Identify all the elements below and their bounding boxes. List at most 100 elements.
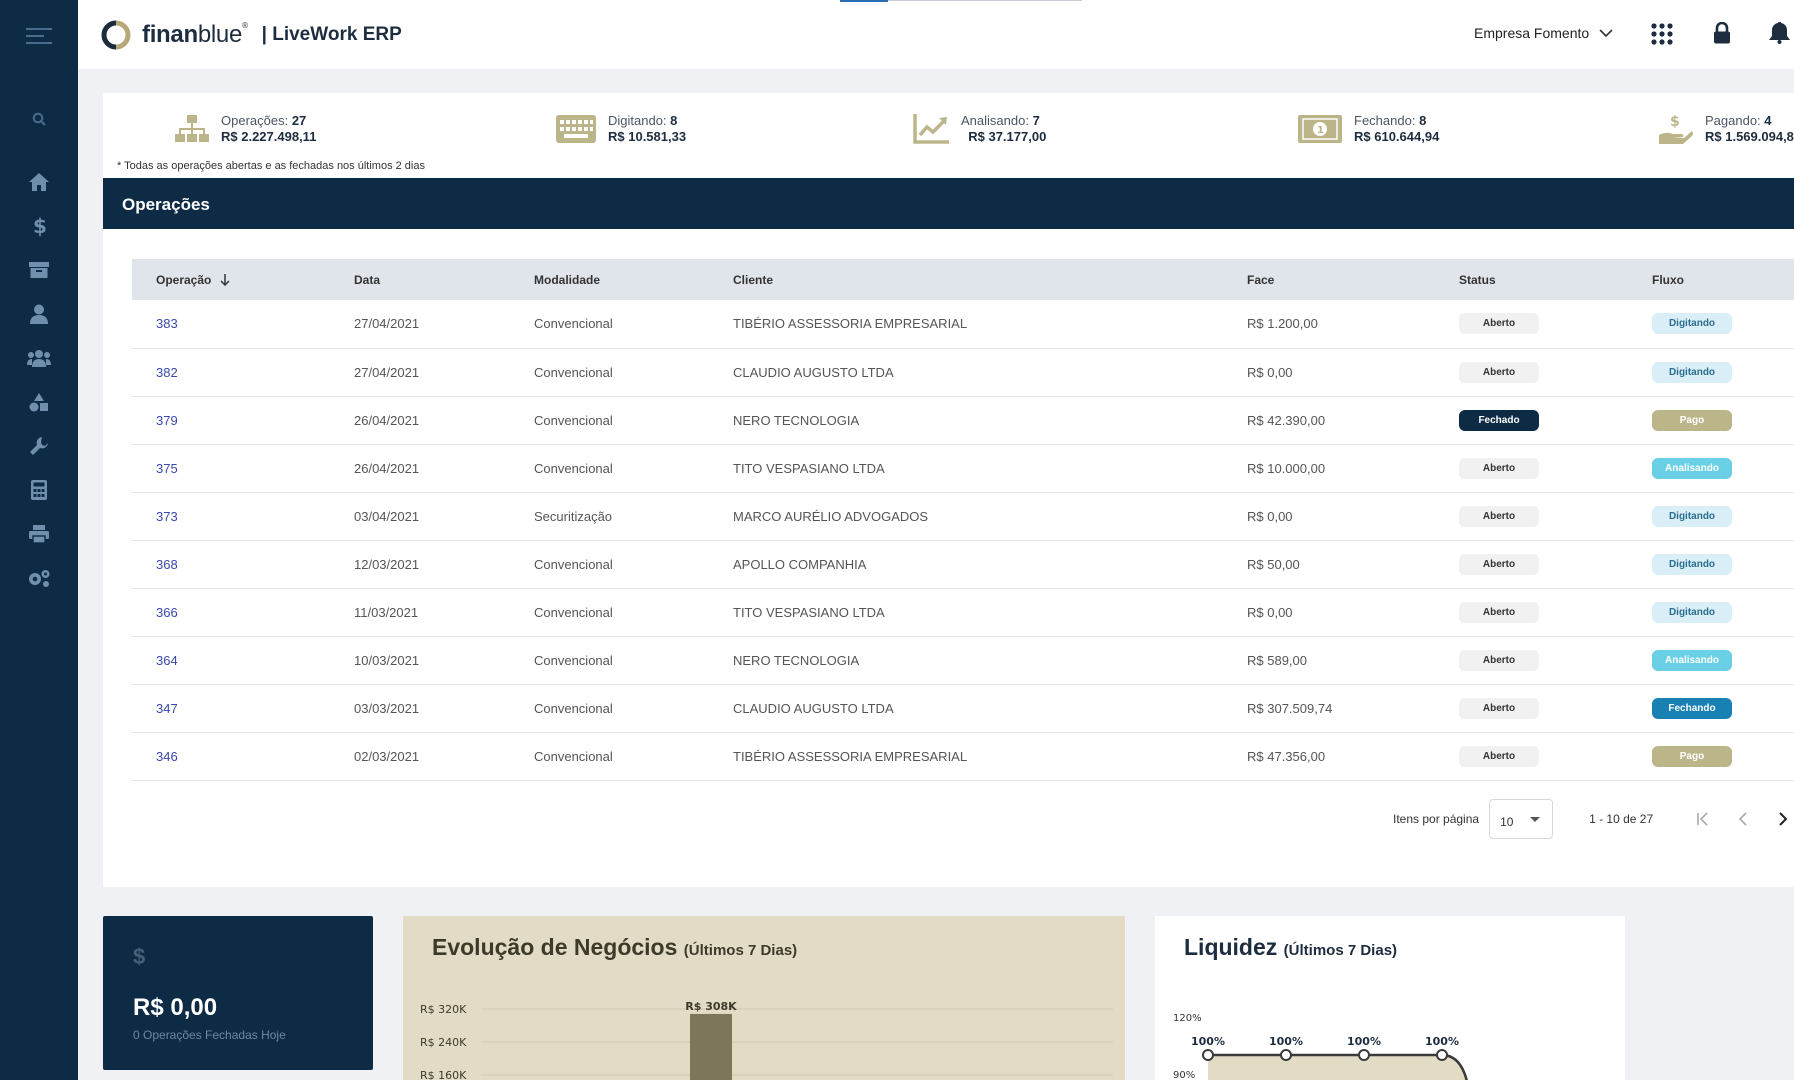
operation-modality: Convencional (534, 412, 613, 428)
flow-badge: Analisando (1652, 649, 1732, 671)
operation-id[interactable]: 364 (132, 636, 330, 684)
stat-analisando: Analisando: 7 R$ 37.177,00 (913, 113, 1046, 145)
hand-dollar-icon: $ (1659, 114, 1693, 144)
table-row[interactable]: 346 02/03/2021 Convencional TIBÉRIO ASSESSO… (132, 732, 1794, 780)
menu-toggle-icon[interactable] (0, 19, 78, 53)
operation-modality: Securitização (534, 508, 613, 524)
table-row[interactable]: 382 27/04/2021 Convencional CLAUDIO AUGUSTO… (132, 348, 1794, 396)
operation-id[interactable]: 375 (132, 444, 330, 492)
flow-cell: Digitando (1628, 348, 1794, 396)
next-page-button[interactable] (1775, 811, 1791, 827)
column-modalidade[interactable]: Modalidade (510, 259, 709, 300)
table-row[interactable]: 373 03/04/2021 Securitização MARCO AURÉLIO … (132, 492, 1794, 540)
operation-modality: Convencional (534, 364, 613, 380)
status-badge: Aberto (1459, 745, 1539, 767)
status-badge: Aberto (1459, 361, 1539, 383)
gears-icon[interactable] (0, 561, 78, 595)
operation-id[interactable]: 347 (132, 684, 330, 732)
home-icon[interactable] (0, 165, 78, 199)
operation-client: TIBÉRIO ASSESSORIA EMPRESARIAL (733, 748, 968, 764)
previous-page-button[interactable] (1735, 811, 1751, 827)
page-range: 1 - 10 de 27 (1589, 812, 1654, 826)
company-selector[interactable]: Empresa Fomento (1474, 25, 1613, 41)
stat-count: 8 (1419, 113, 1427, 128)
operation-date: 03/04/2021 (354, 508, 420, 524)
operation-face-value: R$ 1.200,00 (1247, 316, 1318, 332)
status-cell: Aberto (1435, 732, 1628, 780)
flow-badge: Digitando (1652, 553, 1732, 575)
logo[interactable]: finanblue® | LiveWork ERP (96, 20, 402, 50)
data-label: 100% (1425, 1035, 1459, 1048)
table-row[interactable]: 379 26/04/2021 Convencional NERO TECNOLOGIA… (132, 396, 1794, 444)
lock-icon[interactable] (1713, 21, 1731, 49)
items-per-page-label: Itens por página (1393, 812, 1480, 826)
column-operacao[interactable]: Operação (132, 259, 330, 300)
liquidity-chart: 120% 90% 100% 100% 100% 100% (1173, 1013, 1468, 1080)
operation-modality: Convencional (534, 604, 613, 620)
apps-grid-icon[interactable] (1651, 23, 1673, 50)
users-icon[interactable] (0, 341, 78, 375)
keyboard-icon (556, 115, 596, 143)
items-per-page-select[interactable]: 10 (1489, 799, 1554, 839)
bar (690, 1013, 732, 1080)
status-cell: Aberto (1435, 636, 1628, 684)
column-label: Operação (156, 272, 212, 287)
archive-icon[interactable] (0, 253, 78, 287)
bell-icon[interactable] (1768, 21, 1794, 49)
money-bill-icon: 1 (1298, 115, 1342, 143)
shapes-icon[interactable] (0, 385, 78, 419)
stat-value: R$ 1.569.094,8 (1705, 129, 1794, 144)
printer-icon[interactable] (0, 517, 78, 551)
y-tick-label: 90% (1173, 1070, 1195, 1080)
data-point (1358, 1049, 1370, 1061)
column-fluxo[interactable]: Fluxo (1628, 259, 1794, 300)
column-data[interactable]: Data (330, 259, 510, 300)
operation-id[interactable]: 366 (132, 588, 330, 636)
table-row[interactable]: 383 27/04/2021 Convencional TIBÉRIO ASSESSO… (132, 300, 1794, 348)
table-row[interactable]: 366 11/03/2021 Convencional TITO VESPASIANO… (132, 588, 1794, 636)
wrench-icon[interactable] (0, 429, 78, 463)
y-tick-label: R$ 240K (420, 1036, 467, 1049)
search-icon[interactable] (0, 102, 78, 136)
status-badge: Aberto (1459, 697, 1539, 719)
column-face[interactable]: Face (1223, 259, 1435, 300)
company-name: Empresa Fomento (1474, 25, 1590, 41)
caret-down-icon (1530, 817, 1541, 822)
operations-table: Operação Data Modalidade Cliente Face St… (132, 259, 1794, 781)
table-row[interactable]: 347 03/03/2021 Convencional CLAUDIO AUGUSTO… (132, 684, 1794, 732)
operation-face-value: R$ 42.390,00 (1247, 412, 1326, 428)
table-row[interactable]: 368 12/03/2021 Convencional APOLLO COMPANHI… (132, 540, 1794, 588)
top-progress-indicator (840, 0, 888, 2)
flow-badge: Digitando (1652, 313, 1732, 335)
column-status[interactable]: Status (1435, 259, 1628, 300)
table-row[interactable]: 375 26/04/2021 Convencional TITO VESPASIANO… (132, 444, 1794, 492)
operation-face-value: R$ 47.356,00 (1247, 748, 1326, 764)
data-label: 100% (1269, 1035, 1303, 1048)
operation-id[interactable]: 346 (132, 732, 330, 780)
operation-id[interactable]: 383 (132, 300, 330, 348)
status-cell: Aberto (1435, 540, 1628, 588)
table-row[interactable]: 364 10/03/2021 Convencional NERO TECNOLOGIA… (132, 636, 1794, 684)
operation-face-value: R$ 10.000,00 (1247, 460, 1326, 476)
status-cell: Aberto (1435, 300, 1628, 348)
flow-badge: Pago (1652, 745, 1732, 767)
flow-badge: Pago (1652, 409, 1732, 431)
operation-id[interactable]: 379 (132, 396, 330, 444)
operation-id[interactable]: 373 (132, 492, 330, 540)
data-point (1280, 1049, 1292, 1061)
operation-id[interactable]: 368 (132, 540, 330, 588)
column-cliente[interactable]: Cliente (709, 259, 1223, 300)
operation-face-value: R$ 589,00 (1247, 652, 1307, 668)
dollar-icon[interactable]: $ (0, 209, 78, 243)
status-badge: Fechado (1459, 409, 1539, 431)
calculator-icon[interactable] (0, 473, 78, 507)
operation-date: 26/04/2021 (354, 460, 420, 476)
flow-badge: Digitando (1652, 361, 1732, 383)
operation-id[interactable]: 382 (132, 348, 330, 396)
first-page-button[interactable] (1695, 811, 1711, 827)
user-icon[interactable] (0, 297, 78, 331)
flow-cell: Pago (1628, 396, 1794, 444)
operation-client: CLAUDIO AUGUSTO LTDA (733, 700, 894, 716)
operation-date: 12/03/2021 (354, 556, 420, 572)
evolution-chart-card: Evolução de Negócios (Últimos 7 Dias) R$… (403, 916, 1125, 1080)
